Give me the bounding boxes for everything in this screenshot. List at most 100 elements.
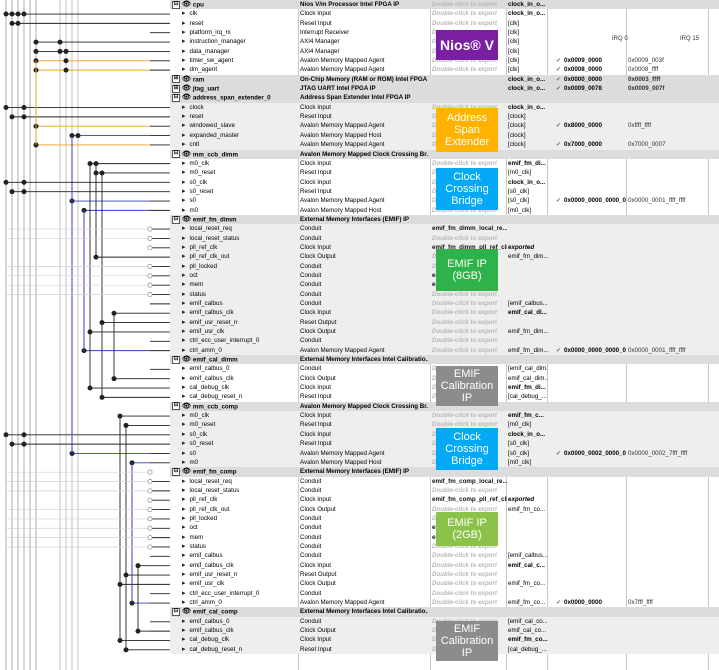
- interface-name[interactable]: ▸ pll_ref_clk_out: [170, 505, 298, 514]
- interface-name[interactable]: ▸ ctrl_amm_0: [170, 346, 298, 355]
- connection-dot-icon[interactable]: [3, 179, 9, 185]
- interface-row[interactable]: ▸ local_reset_status Conduit Double-click t…: [170, 233, 719, 243]
- visibility-eye-icon[interactable]: 👁: [182, 93, 191, 102]
- clock-cell[interactable]: [clk]: [508, 56, 548, 65]
- connection-dot-icon[interactable]: [21, 189, 27, 195]
- clock-cell[interactable]: emif_cal_c...: [508, 561, 548, 570]
- interface-row[interactable]: ▸ emif_usr_clk Clock Output Double-click to…: [170, 579, 719, 588]
- component-row[interactable]: ⊟ 👁 address_span_extender_0 Address Span Ex…: [170, 93, 719, 103]
- component-name[interactable]: ⊟ 👁 emif_fm_comp: [170, 467, 298, 477]
- clock-cell[interactable]: emif_cal_di...: [508, 308, 548, 317]
- interface-row[interactable]: ▸ pll_ref_clk Clock Input emif_fm_comp_pll_…: [170, 495, 719, 504]
- interface-name[interactable]: ▸ local_reset_status: [170, 486, 298, 495]
- open-connection-dot-icon[interactable]: [147, 273, 153, 279]
- open-connection-dot-icon[interactable]: [147, 516, 153, 522]
- interface-name[interactable]: ▸ oct: [170, 523, 298, 532]
- clock-cell[interactable]: [cal_debug_...: [508, 392, 548, 401]
- clock-cell[interactable]: [emif_cal_dim...: [508, 364, 548, 373]
- clock-cell[interactable]: clock_in_o...: [508, 9, 548, 18]
- visibility-eye-icon[interactable]: 👁: [182, 0, 191, 9]
- export-cell[interactable]: emif_fm_dimm_local_re...: [432, 224, 507, 233]
- interface-name[interactable]: ▸ m0_clk: [170, 159, 298, 168]
- component-row[interactable]: ⊞ 👁 ram On-Chip Memory (RAM or ROM) Intel F…: [170, 74, 719, 85]
- open-connection-dot-icon[interactable]: [147, 292, 153, 298]
- interface-name[interactable]: ▸ emif_calbus_clk: [170, 561, 298, 570]
- interface-name[interactable]: ▸ emif_usr_clk: [170, 327, 298, 336]
- export-cell[interactable]: Double-click to export: [432, 589, 507, 598]
- clock-cell[interactable]: [s0_clk]: [508, 187, 548, 196]
- export-cell[interactable]: Double-click to export: [432, 234, 507, 243]
- connection-dot-icon[interactable]: [63, 58, 69, 64]
- collapse-toggle-icon[interactable]: ⊟: [172, 355, 180, 364]
- export-cell[interactable]: Double-click to export: [432, 159, 507, 168]
- export-cell[interactable]: Double-click to export: [432, 65, 507, 74]
- visibility-eye-icon[interactable]: 👁: [182, 75, 191, 84]
- clock-cell[interactable]: emif_cal_dim...: [508, 374, 548, 383]
- interface-name[interactable]: ▸ s0_clk: [170, 430, 298, 439]
- component-name[interactable]: ⊟ 👁 mm_ccb_comp: [170, 402, 298, 412]
- export-cell[interactable]: Double-click to export: [432, 411, 507, 420]
- component-name[interactable]: ⊟ 👁 emif_cal_dimm: [170, 355, 298, 365]
- connection-dot-icon[interactable]: [9, 114, 15, 120]
- connection-dot-icon[interactable]: [33, 39, 39, 45]
- connection-dot-icon[interactable]: [9, 441, 15, 447]
- clock-cell[interactable]: [cal_debug_...: [508, 645, 548, 654]
- interface-row[interactable]: ▸ ctrl_ecc_user_interrupt_0 Conduit Double-…: [170, 336, 719, 346]
- component-name[interactable]: ⊟ 👁 emif_fm_dimm: [170, 215, 298, 225]
- interface-name[interactable]: ▸ emif_calbus_0: [170, 364, 298, 373]
- export-cell[interactable]: emif_fm_comp_local_re...: [432, 477, 507, 486]
- interface-name[interactable]: ▸ expanded_master: [170, 131, 298, 140]
- connection-dot-icon[interactable]: [75, 133, 81, 139]
- clock-cell[interactable]: [emif_calbus...: [508, 551, 548, 560]
- interface-name[interactable]: ▸ cal_debug_clk: [170, 635, 298, 644]
- open-connection-dot-icon[interactable]: [147, 507, 153, 513]
- clock-cell[interactable]: [m0_clk]: [508, 458, 548, 467]
- interface-name[interactable]: ▸ cal_debug_clk: [170, 383, 298, 392]
- interface-name[interactable]: ▸ s0_reset: [170, 439, 298, 448]
- interface-row[interactable]: ▸ local_reset_status Conduit Double-click t…: [170, 486, 719, 495]
- collapse-toggle-icon[interactable]: ⊟: [172, 402, 180, 411]
- interface-name[interactable]: ▸ status: [170, 290, 298, 299]
- interface-row[interactable]: ▸ dm_agent Avalon Memory Mapped Agent Doubl…: [170, 65, 719, 74]
- expand-toggle-icon[interactable]: ⊞: [172, 84, 180, 93]
- export-cell[interactable]: Double-click to export: [432, 579, 507, 588]
- connection-dot-icon[interactable]: [15, 20, 21, 26]
- collapse-toggle-icon[interactable]: ⊟: [172, 215, 180, 224]
- interface-name[interactable]: ▸ emif_calbus: [170, 551, 298, 560]
- interface-name[interactable]: ▸ emif_calbus: [170, 299, 298, 308]
- connection-dot-icon[interactable]: [33, 48, 39, 54]
- connection-dot-icon[interactable]: [3, 105, 9, 111]
- interface-name[interactable]: ▸ timer_sw_agent: [170, 56, 298, 65]
- interface-name[interactable]: ▸ ctrl_ecc_user_interrupt_0: [170, 589, 298, 598]
- interface-name[interactable]: ▸ status: [170, 542, 298, 551]
- component-name[interactable]: ⊟ 👁 address_span_extender_0: [170, 93, 298, 103]
- clock-cell[interactable]: [s0_clk]: [508, 439, 548, 448]
- interface-row[interactable]: ▸ ctrl_amm_0 Avalon Memory Mapped Agent Dou…: [170, 598, 719, 607]
- clock-cell[interactable]: emif_fm_co...: [508, 579, 548, 588]
- clock-cell[interactable]: [clk]: [508, 19, 548, 28]
- interface-name[interactable]: ▸ instruction_manager: [170, 37, 298, 46]
- interface-name[interactable]: ▸ clock: [170, 103, 298, 112]
- visibility-eye-icon[interactable]: 👁: [182, 355, 191, 364]
- interface-name[interactable]: ▸ cal_debug_reset_n: [170, 392, 298, 401]
- visibility-eye-icon[interactable]: 👁: [182, 215, 191, 224]
- interface-name[interactable]: ▸ emif_calbus_clk: [170, 308, 298, 317]
- component-row[interactable]: ⊟ 👁 emif_cal_comp External Memory Interface…: [170, 607, 719, 617]
- visibility-eye-icon[interactable]: 👁: [182, 150, 191, 159]
- interface-name[interactable]: ▸ s0_clk: [170, 178, 298, 187]
- interface-name[interactable]: ▸ reset: [170, 19, 298, 28]
- clock-cell[interactable]: emif_fm_dim...: [508, 346, 548, 355]
- interface-name[interactable]: ▸ m0_reset: [170, 420, 298, 429]
- interface-name[interactable]: ▸ local_reset_req: [170, 477, 298, 486]
- interface-name[interactable]: ▸ local_reset_req: [170, 224, 298, 233]
- collapse-toggle-icon[interactable]: ⊟: [172, 467, 180, 476]
- clock-cell[interactable]: emif_fm_co...: [508, 635, 548, 644]
- interface-name[interactable]: ▸ s0: [170, 449, 298, 458]
- component-row[interactable]: ⊟ 👁 emif_cal_dimm External Memory Interface…: [170, 355, 719, 365]
- clock-cell[interactable]: [emif_calbus...: [508, 299, 548, 308]
- interface-row[interactable]: ▸ emif_calbus_clk Clock Input Double-click …: [170, 308, 719, 318]
- export-cell[interactable]: Double-click to export: [432, 318, 507, 327]
- component-name[interactable]: ⊟ 👁 emif_cal_comp: [170, 607, 298, 617]
- collapse-toggle-icon[interactable]: ⊟: [172, 150, 180, 159]
- clock-cell[interactable]: emif_fm_dim...: [508, 327, 548, 336]
